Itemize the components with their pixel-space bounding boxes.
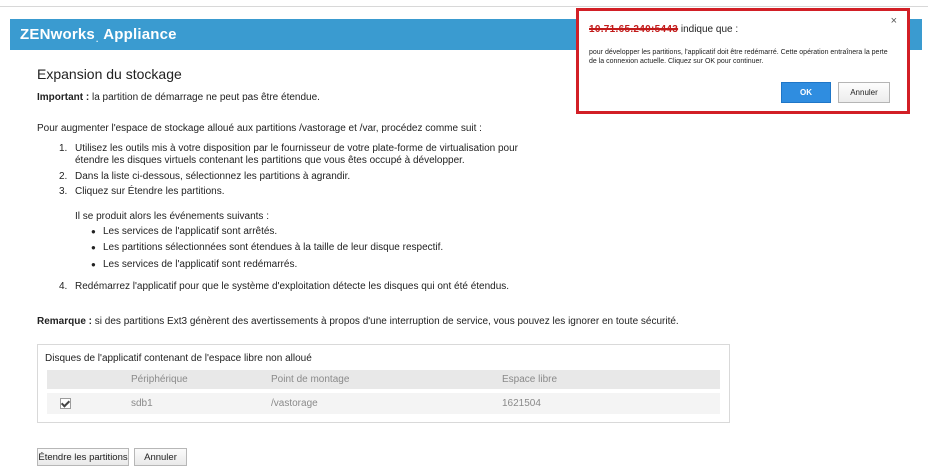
step-text: Cliquez sur Étendre les partitions. xyxy=(75,186,225,197)
column-header-mount[interactable]: Point de montage xyxy=(271,374,349,385)
remark-text: si des partitions Ext3 génèrent des aver… xyxy=(92,316,679,327)
important-note: Important : la partition de démarrage ne… xyxy=(37,92,320,103)
panel-title: Disques de l'applicatif contenant de l'e… xyxy=(45,353,312,364)
event-text: Les partitions sélectionnées sont étendu… xyxy=(103,242,444,253)
brand-mark: . xyxy=(95,35,99,44)
event-item: ● Les services de l'applicatif sont arrêt… xyxy=(91,226,277,237)
cell-device: sdb1 xyxy=(131,398,153,409)
events-intro: Il se produit alors les événements suiva… xyxy=(75,211,269,222)
step-number: 3. xyxy=(59,186,68,197)
event-text: Les services de l'applicatif sont redéma… xyxy=(103,259,298,270)
event-item: ● Les services de l'applicatif sont redém… xyxy=(91,259,297,270)
brand-name: ZENworks xyxy=(20,26,95,43)
step-text: Utilisez les outils mis à votre disposit… xyxy=(75,143,518,154)
step-number: 1. xyxy=(59,143,68,154)
column-header-free[interactable]: Espace libre xyxy=(502,374,557,385)
row-checkbox[interactable] xyxy=(60,398,71,409)
brand-logo: ZENworks. Appliance xyxy=(20,26,177,44)
confirm-dialog: × 10.71.65.240:5443 indique que : pour d… xyxy=(576,8,910,114)
close-icon[interactable]: × xyxy=(891,15,897,27)
step-2: 2. Dans la liste ci-dessous, sélectionnez… xyxy=(59,171,350,182)
step-text: Redémarrez l'applicatif pour que le syst… xyxy=(75,281,510,292)
step-number: 2. xyxy=(59,171,68,182)
cell-mount: /vastorage xyxy=(271,398,318,409)
column-header-device[interactable]: Périphérique xyxy=(131,374,188,385)
step-4: 4. Redémarrez l'applicatif pour que le sy… xyxy=(59,281,509,292)
step-1-continued: étendre les disques virtuels contenant l… xyxy=(75,155,465,166)
ok-button[interactable]: OK xyxy=(781,82,831,103)
event-text: Les services de l'applicatif sont arrêté… xyxy=(103,226,278,237)
dialog-cancel-button[interactable]: Annuler xyxy=(838,82,890,103)
table-header: Périphérique Point de montage Espace lib… xyxy=(47,370,720,389)
remark-note: Remarque : si des partitions Ext3 génère… xyxy=(37,316,679,327)
step-1: 1. Utilisez les outils mis à votre dispos… xyxy=(59,143,518,154)
dialog-origin: 10.71.65.240:5443 xyxy=(589,24,679,35)
intro-text: Pour augmenter l'espace de stockage allo… xyxy=(37,123,482,134)
dialog-header: 10.71.65.240:5443 indique que : xyxy=(589,24,738,35)
event-item: ● Les partitions sélectionnées sont étend… xyxy=(91,242,443,253)
expand-partitions-button[interactable]: Étendre les partitions xyxy=(37,448,129,466)
remark-label: Remarque : xyxy=(37,316,93,327)
bullet-icon: ● xyxy=(91,243,96,252)
important-label: Important : xyxy=(37,92,90,103)
cell-free: 1621504 xyxy=(502,398,541,409)
disks-panel: Disques de l'applicatif contenant de l'e… xyxy=(37,344,730,423)
dialog-says: indique que : xyxy=(678,24,739,35)
bullet-icon: ● xyxy=(91,260,96,269)
brand-product: Appliance xyxy=(103,26,177,43)
table-row[interactable]: sdb1 /vastorage 1621504 xyxy=(47,393,720,414)
bullet-icon: ● xyxy=(91,227,96,236)
step-number: 4. xyxy=(59,281,68,292)
step-text: Dans la liste ci-dessous, sélectionnez l… xyxy=(75,171,351,182)
important-text: la partition de démarrage ne peut pas êt… xyxy=(89,92,320,103)
dialog-message: pour développer les partitions, l'applic… xyxy=(589,49,888,65)
step-3: 3. Cliquez sur Étendre les partitions. xyxy=(59,186,225,197)
page-title: Expansion du stockage xyxy=(37,66,182,82)
top-divider xyxy=(0,6,928,7)
cancel-button[interactable]: Annuler xyxy=(134,448,187,466)
